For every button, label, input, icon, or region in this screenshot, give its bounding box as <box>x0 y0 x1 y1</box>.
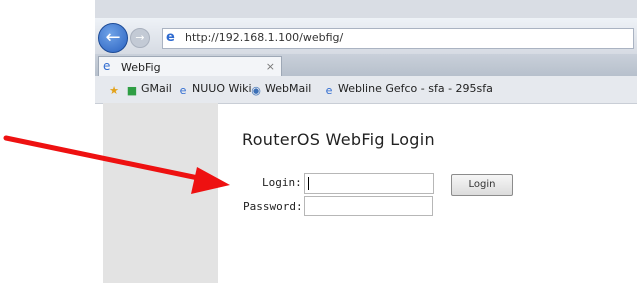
close-icon[interactable]: × <box>266 60 275 73</box>
page-title: RouterOS WebFig Login <box>242 130 435 149</box>
login-button[interactable]: Login <box>451 174 513 196</box>
favorite-gmail[interactable]: ■ GMail <box>126 82 172 97</box>
login-input[interactable] <box>304 173 434 194</box>
back-button[interactable]: ← <box>98 23 128 53</box>
page-left-strip <box>103 103 218 283</box>
page-icon: e <box>325 84 333 97</box>
password-input[interactable] <box>304 196 433 216</box>
login-label: Login: <box>262 176 302 189</box>
favorite-webmail[interactable]: ◉ WebMail <box>250 82 311 97</box>
favorite-label: NUUO Wiki <box>192 82 252 95</box>
ie-page-icon: e <box>166 30 175 45</box>
tab-title: WebFig <box>121 61 161 74</box>
favorites-star-icon: ★ <box>109 84 119 97</box>
url-text: http://192.168.1.100/webfig/ <box>185 31 344 44</box>
favorite-webline-gefco[interactable]: e Webline Gefco - sfa - 295sfa <box>323 82 493 97</box>
gmail-icon: ■ <box>126 84 138 97</box>
text-caret <box>308 177 309 190</box>
favorite-label: WebMail <box>265 82 312 95</box>
address-field[interactable]: e http://192.168.1.100/webfig/ <box>162 28 634 49</box>
ie-page-icon: e <box>179 84 187 97</box>
forward-button[interactable]: → <box>130 28 150 48</box>
webmail-icon: ◉ <box>251 84 261 97</box>
forward-arrow-icon: → <box>135 31 145 44</box>
favorite-label: GMail <box>141 82 172 95</box>
favorites-button[interactable]: ★ <box>108 82 123 97</box>
tab-webfig[interactable]: e WebFig × <box>98 56 282 77</box>
ie-tab-icon: e <box>103 59 111 73</box>
favorite-label: Webline Gefco - sfa - 295sfa <box>338 82 493 95</box>
back-arrow-icon: ← <box>105 27 121 48</box>
password-label: Password: <box>243 200 303 213</box>
favorite-nuuo-wiki[interactable]: e NUUO Wiki <box>177 82 252 97</box>
